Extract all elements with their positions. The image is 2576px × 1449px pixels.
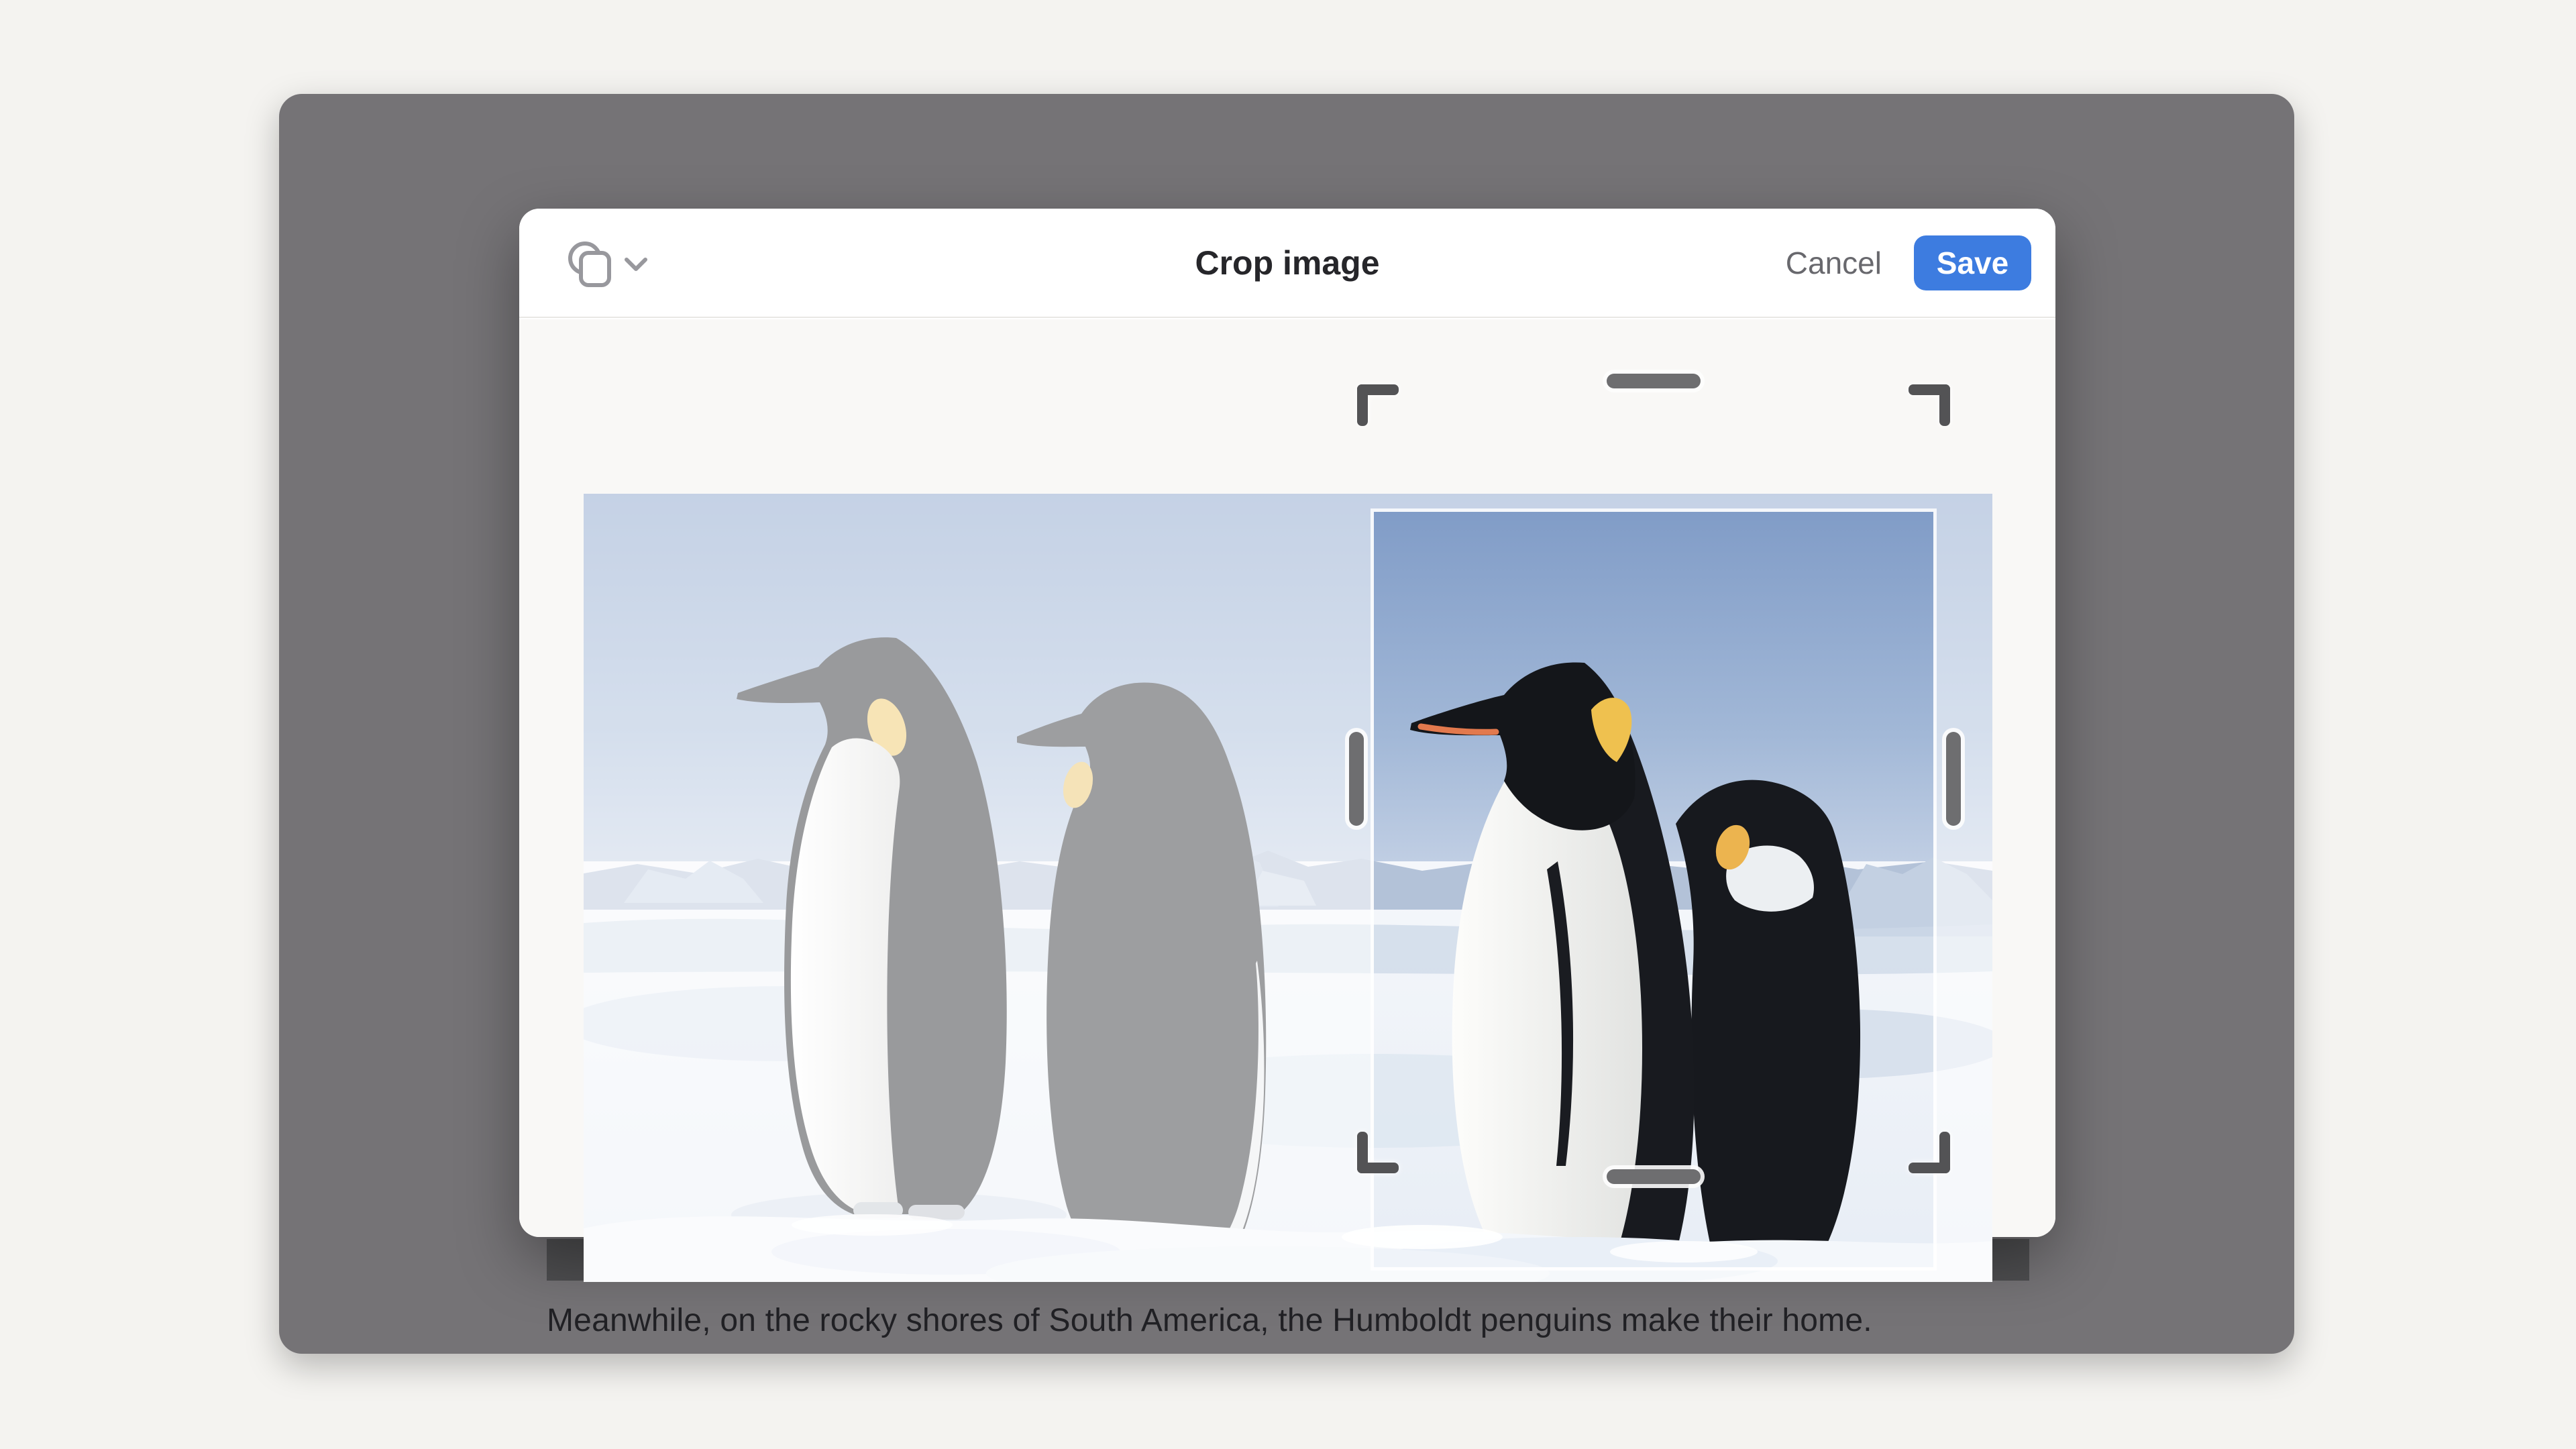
crop-handle-top-right[interactable] (1909, 384, 1950, 426)
cancel-button[interactable]: Cancel (1786, 245, 1882, 281)
screen: Penguins in the wild Meanwhile, on the r… (0, 0, 2576, 1449)
document-caption: Meanwhile, on the rocky shores of South … (547, 1301, 2090, 1340)
modal-actions: Cancel Save (1786, 209, 2031, 317)
crop-handle-bottom[interactable] (1607, 1169, 1701, 1184)
crop-image-modal: Crop image Cancel Save (519, 209, 2055, 1237)
crop-handle-bottom-right[interactable] (1909, 1132, 1950, 1173)
crop-handle-bottom-left[interactable] (1357, 1132, 1399, 1173)
crop-selection[interactable] (1371, 508, 1937, 1271)
modal-body (519, 319, 2055, 1237)
modal-header: Crop image Cancel Save (519, 209, 2055, 318)
save-button[interactable]: Save (1914, 235, 2031, 290)
crop-handle-left[interactable] (1349, 732, 1364, 826)
titlebar: Penguins in the wild (279, 94, 2294, 201)
crop-handle-top-left[interactable] (1357, 384, 1399, 426)
penguin-photo (584, 494, 1992, 1282)
crop-handle-top[interactable] (1607, 374, 1701, 388)
crop-handle-right[interactable] (1946, 732, 1961, 826)
